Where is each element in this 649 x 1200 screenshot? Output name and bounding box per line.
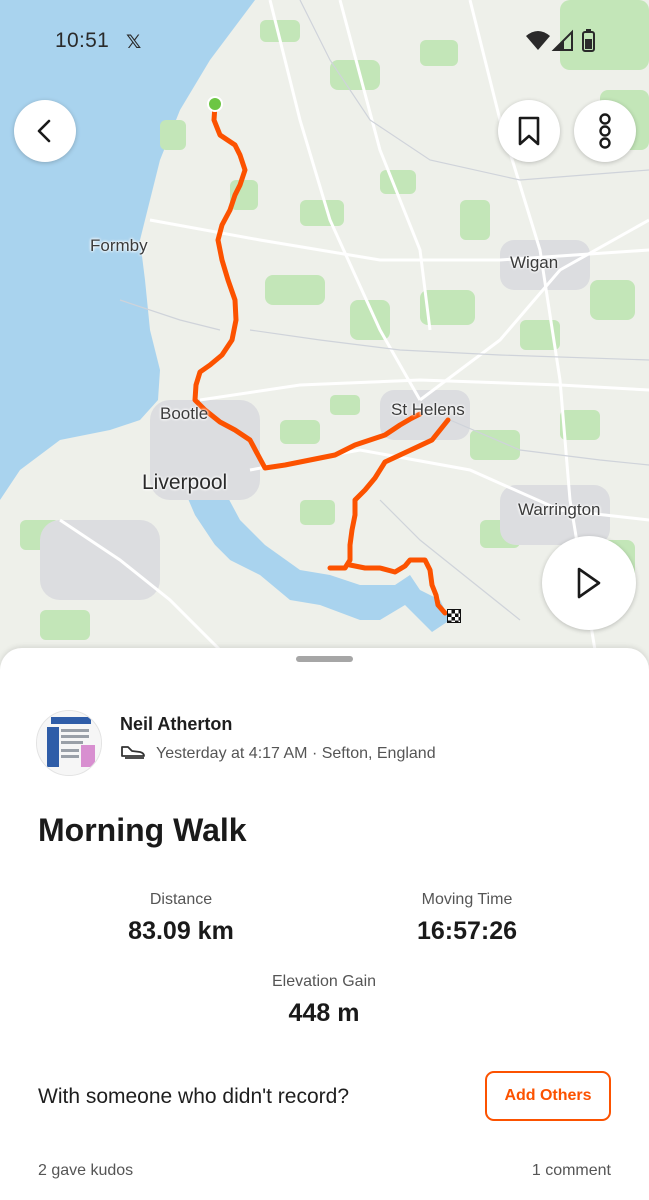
activity-title: Morning Walk: [38, 812, 247, 848]
bookmark-icon: [518, 116, 540, 146]
avatar[interactable]: [36, 710, 102, 776]
map-label-warrington: Warrington: [518, 500, 601, 519]
more-vertical-icon: [599, 113, 611, 149]
wifi-icon: [526, 31, 550, 50]
cell-signal-icon: [551, 29, 573, 51]
kudos-count[interactable]: 2 gave kudos: [38, 1162, 133, 1180]
with-someone-prompt: With someone who didn't record?: [38, 1085, 350, 1108]
stat-elevation-label: Elevation Gain: [271, 973, 377, 990]
chevron-left-icon: [37, 119, 51, 143]
status-icons: [524, 28, 604, 59]
bookmark-button[interactable]: [498, 100, 560, 162]
stat-distance-label: Distance: [149, 891, 213, 908]
athlete-name[interactable]: Neil Atherton: [120, 714, 232, 735]
comments-count[interactable]: 1 comment: [532, 1162, 611, 1180]
stat-moving-time-value: 16:57:26: [416, 917, 518, 945]
play-flyover-button[interactable]: [542, 536, 636, 630]
stat-moving-time-label: Moving Time: [421, 891, 513, 908]
stat-moving-time: Moving Time 16:57:26: [357, 891, 577, 946]
add-others-button[interactable]: Add Others: [485, 1071, 611, 1121]
more-options-button[interactable]: [574, 100, 636, 162]
sheet-drag-handle[interactable]: [296, 656, 353, 662]
map-label-formby: Formby: [90, 236, 148, 255]
stat-distance: Distance 83.09 km: [71, 891, 291, 946]
status-time: 10:51: [55, 29, 110, 52]
activity-sheet: Neil Atherton Yesterday at 4:17 AM · Sef…: [0, 648, 649, 1200]
map-label-wigan: Wigan: [510, 253, 559, 272]
status-bar: 10:51 𝕏: [0, 0, 649, 80]
play-icon: [577, 567, 601, 599]
route-map[interactable]: Formby Wigan Bootle St Helens Liverpool …: [0, 0, 649, 680]
map-label-liverpool: Liverpool: [142, 471, 228, 494]
map-label-st-helens: St Helens: [391, 400, 465, 419]
x-logo-icon: 𝕏: [126, 32, 142, 53]
back-button[interactable]: [14, 100, 76, 162]
activity-meta: Yesterday at 4:17 AM · Sefton, England: [120, 743, 436, 764]
battery-icon: [582, 29, 595, 52]
activity-date-location: Yesterday at 4:17 AM · Sefton, England: [156, 744, 436, 762]
stat-elevation: Elevation Gain 448 m: [214, 973, 434, 1028]
shoe-icon: [120, 743, 146, 764]
route-start-marker: [207, 96, 223, 112]
checkered-flag-icon: [447, 609, 461, 623]
stat-distance-value: 83.09 km: [128, 917, 234, 945]
map-label-bootle: Bootle: [160, 404, 209, 423]
stat-elevation-value: 448 m: [288, 999, 360, 1027]
